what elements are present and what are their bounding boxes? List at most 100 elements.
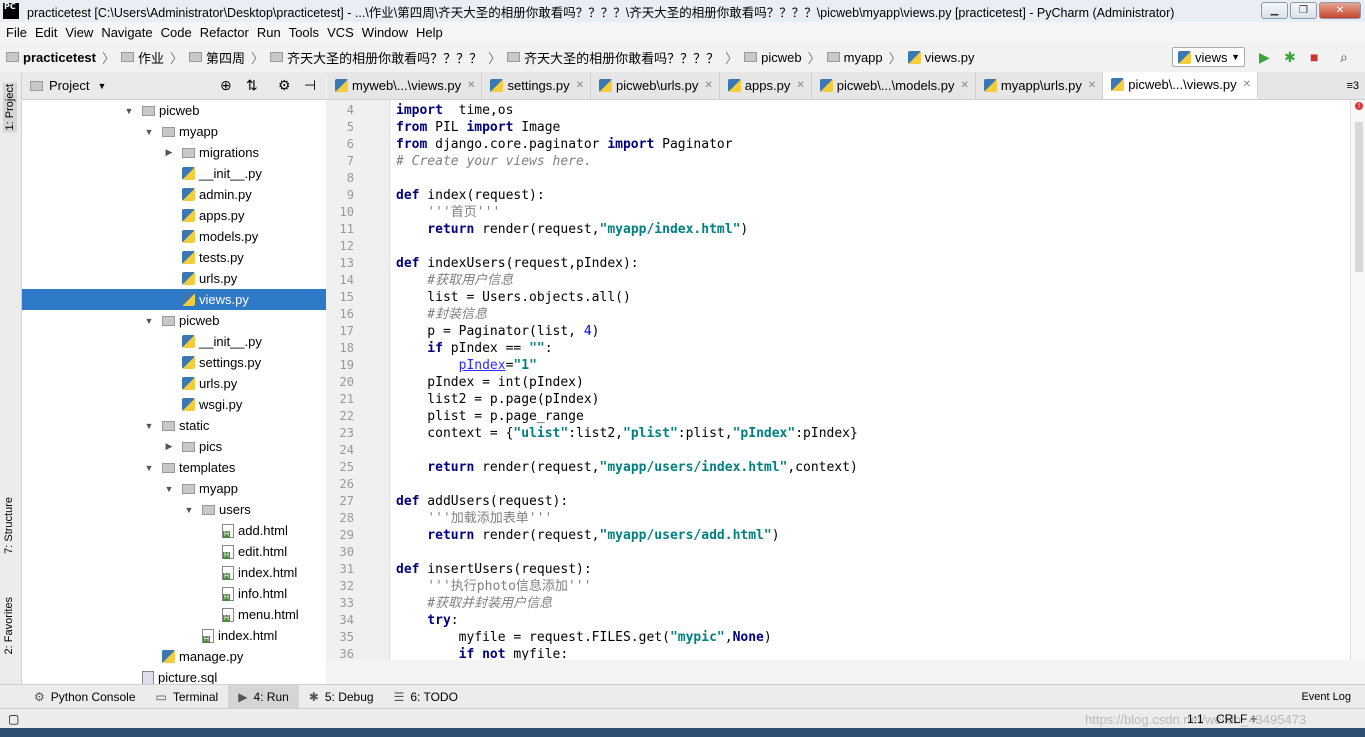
tree-item[interactable]: __init__.py — [22, 163, 326, 184]
tree-item[interactable]: models.py — [22, 226, 326, 247]
project-tool-tab[interactable]: 1: Project — [3, 82, 17, 133]
tree-item[interactable]: edit.html — [22, 541, 326, 562]
close-tab-icon[interactable]: ✕ — [961, 80, 969, 91]
minimize-button[interactable]: ▁ — [1261, 2, 1288, 19]
tree-item[interactable]: apps.py — [22, 205, 326, 226]
search-icon[interactable]: ⌕ — [1340, 50, 1348, 64]
menu-edit[interactable]: Edit — [35, 25, 57, 40]
tree-item[interactable]: ▼ myapp — [22, 478, 326, 499]
menu-tools[interactable]: Tools — [289, 25, 319, 40]
panel-toggle-icon[interactable]: ▢ — [8, 712, 19, 726]
close-tab-icon[interactable]: ✕ — [796, 80, 804, 91]
close-tab-icon[interactable]: ✕ — [467, 80, 475, 91]
tree-item[interactable]: urls.py — [22, 268, 326, 289]
chevron-right-icon[interactable]: ▶ — [162, 147, 176, 158]
breadcrumb-item[interactable]: 齐天大圣的相册你敢看吗？？？？ 〉 — [270, 48, 501, 67]
tree-item[interactable]: ▼ users — [22, 499, 326, 520]
chevron-down-icon[interactable]: ▼ — [97, 81, 106, 91]
locate-icon[interactable]: ⊕ — [220, 77, 232, 94]
editor-scroll-thumb[interactable] — [1355, 122, 1363, 272]
chevron-down-icon[interactable]: ▼ — [122, 106, 136, 116]
line-separator[interactable]: CRLF ÷ — [1216, 712, 1257, 726]
chevron-down-icon[interactable]: ▼ — [142, 421, 156, 431]
tree-item[interactable]: views.py — [22, 289, 326, 310]
tree-item[interactable]: ▼ picweb — [22, 100, 326, 121]
close-tab-icon[interactable]: ✕ — [1088, 80, 1096, 91]
tree-item[interactable]: wsgi.py — [22, 394, 326, 415]
code-editor[interactable]: import time,os from PIL import Image from … — [390, 100, 1350, 660]
stop-icon[interactable]: ■ — [1310, 50, 1318, 64]
run-icon[interactable]: ▶ — [1259, 50, 1270, 64]
tree-item[interactable]: ▶ migrations — [22, 142, 326, 163]
chevron-down-icon[interactable]: ▼ — [142, 463, 156, 473]
tree-item[interactable]: info.html — [22, 583, 326, 604]
error-stripe[interactable]: ! — [1350, 100, 1365, 660]
tree-item[interactable]: manage.py — [22, 646, 326, 667]
maximize-button[interactable]: ❐ — [1290, 2, 1317, 19]
tree-item[interactable]: ▼ static — [22, 415, 326, 436]
menu-refactor[interactable]: Refactor — [200, 25, 249, 40]
menu-vcs[interactable]: VCS — [327, 25, 354, 40]
error-indicator-icon[interactable]: ! — [1355, 102, 1363, 110]
gear-icon[interactable]: ⚙ — [278, 77, 291, 94]
bottom-tab[interactable]: ▶ 4: Run — [228, 685, 299, 709]
editor-tab[interactable]: picweb\...\views.py ✕ — [1103, 72, 1258, 99]
menu-run[interactable]: Run — [257, 25, 281, 40]
tree-item[interactable]: __init__.py — [22, 331, 326, 352]
close-button[interactable]: ✕ — [1319, 2, 1361, 19]
tree-item[interactable]: index.html — [22, 625, 326, 646]
tree-item[interactable]: admin.py — [22, 184, 326, 205]
hide-panel-icon[interactable]: ⊣ — [304, 77, 316, 94]
caret-position[interactable]: 1:1 — [1187, 712, 1204, 726]
editor-tab[interactable]: apps.py ✕ — [720, 72, 812, 99]
close-tab-icon[interactable]: ✕ — [1243, 79, 1251, 90]
tree-item[interactable]: add.html — [22, 520, 326, 541]
breadcrumb-item[interactable]: 第四周〉 — [189, 48, 264, 67]
tree-item[interactable]: ▼ picweb — [22, 310, 326, 331]
breadcrumb-item[interactable]: myapp 〉 — [826, 48, 902, 67]
project-view-select[interactable]: Project — [49, 78, 89, 93]
chevron-right-icon[interactable]: ▶ — [162, 441, 176, 452]
editor-tab[interactable]: settings.py ✕ — [482, 72, 592, 99]
structure-tool-tab[interactable]: 7: Structure — [3, 497, 15, 554]
editor-tab[interactable]: picweb\urls.py ✕ — [591, 72, 720, 99]
editor-tab[interactable]: myapp\urls.py ✕ — [976, 72, 1104, 99]
close-tab-icon[interactable]: ✕ — [576, 80, 584, 91]
menu-window[interactable]: Window — [362, 25, 408, 40]
tree-item[interactable]: ▼ templates — [22, 457, 326, 478]
editor-tab[interactable]: myweb\...\views.py ✕ — [327, 72, 483, 99]
tree-item[interactable]: settings.py — [22, 352, 326, 373]
breadcrumb-item[interactable]: picweb 〉 — [744, 48, 821, 67]
favorites-tool-tab[interactable]: 2: Favorites — [3, 597, 15, 654]
chevron-down-icon[interactable]: ▼ — [162, 484, 176, 494]
breadcrumb-item[interactable]: views.py — [907, 50, 975, 65]
close-tab-icon[interactable]: ✕ — [704, 80, 712, 91]
chevron-down-icon[interactable]: ▼ — [142, 316, 156, 326]
bottom-tab[interactable]: ☰ 6: TODO — [384, 685, 468, 709]
event-log-button[interactable]: Event Log — [1301, 691, 1351, 703]
tree-item[interactable]: picture.sql — [22, 667, 326, 684]
menu-navigate[interactable]: Navigate — [101, 25, 152, 40]
chevron-down-icon[interactable]: ▼ — [182, 505, 196, 515]
tree-item[interactable]: menu.html — [22, 604, 326, 625]
tree-item[interactable]: urls.py — [22, 373, 326, 394]
breadcrumb-item[interactable]: practicetest 〉 — [6, 48, 115, 67]
debug-icon[interactable]: ✱ — [1284, 50, 1296, 64]
bottom-tab[interactable]: ✱ 5: Debug — [299, 685, 384, 709]
tree-item[interactable]: tests.py — [22, 247, 326, 268]
bottom-tab[interactable]: ▭ Terminal — [146, 685, 229, 709]
tree-item[interactable]: ▼ myapp — [22, 121, 326, 142]
editor-tab[interactable]: picweb\...\models.py ✕ — [812, 72, 976, 99]
breadcrumb-item[interactable]: 齐天大圣的相册你敢看吗？？？？ 〉 — [507, 48, 738, 67]
menu-view[interactable]: View — [65, 25, 93, 40]
tabs-overflow-button[interactable]: ≡3 — [1340, 80, 1365, 92]
breadcrumb-item[interactable]: 作业〉 — [121, 48, 183, 67]
tree-item[interactable]: index.html — [22, 562, 326, 583]
menu-help[interactable]: Help — [416, 25, 443, 40]
chevron-down-icon[interactable]: ▼ — [142, 127, 156, 137]
bottom-tab[interactable]: ⚙ Python Console — [24, 685, 146, 709]
menu-code[interactable]: Code — [161, 25, 192, 40]
tree-item[interactable]: ▶ pics — [22, 436, 326, 457]
run-configuration-select[interactable]: views ▼ — [1172, 47, 1245, 67]
menu-file[interactable]: File — [6, 25, 27, 40]
